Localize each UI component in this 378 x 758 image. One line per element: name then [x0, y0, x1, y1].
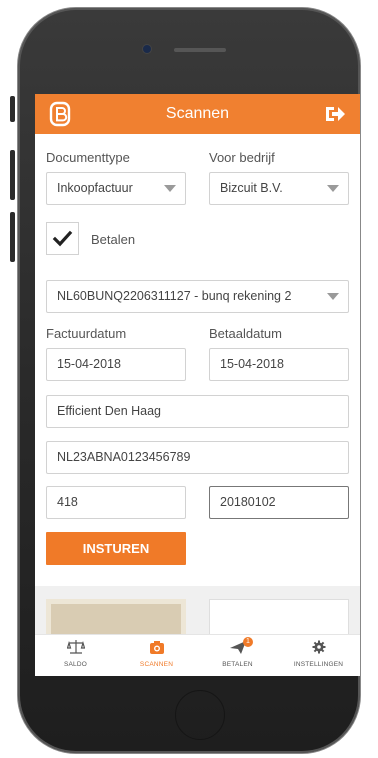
page-title: Scannen [165, 105, 230, 122]
mute-switch [10, 96, 15, 122]
company-select[interactable]: Bizcuit B.V. [209, 172, 349, 205]
scan-form: Documenttype Voor bedrijf Inkoopfactuur … [35, 134, 360, 586]
document-type-select[interactable]: Inkoopfactuur [46, 172, 186, 205]
app-screen: Scannen Documenttype Voor bedrijf Inkoop… [35, 94, 360, 676]
company-value: Bizcuit B.V. [220, 181, 283, 195]
account-select[interactable]: NL60BUNQ2206311127 - bunq rekening 2 [46, 280, 349, 313]
volume-down-button [10, 212, 15, 262]
logout-icon[interactable] [324, 104, 346, 124]
amount-field[interactable]: 418 [46, 486, 186, 519]
iban-field[interactable]: NL23ABNA0123456789 [46, 441, 349, 474]
document-type-label: Documenttype [46, 150, 130, 165]
front-camera [143, 45, 151, 53]
pay-date-label: Betaaldatum [209, 326, 282, 341]
notification-badge: 1 [243, 637, 253, 647]
bottom-tab-bar: SALDO SCANNEN 1 BETALEN INSTELLINGEN [35, 634, 360, 676]
chevron-down-icon [327, 185, 339, 192]
tab-saldo[interactable]: SALDO [35, 635, 116, 676]
reference-field[interactable]: 20180102 [209, 486, 349, 519]
volume-up-button [10, 150, 15, 200]
home-button[interactable] [175, 690, 225, 740]
pay-date-field[interactable]: 15-04-2018 [209, 348, 349, 381]
scale-icon [67, 640, 85, 654]
camera-icon [150, 641, 164, 654]
scan-thumbnail[interactable] [209, 599, 349, 639]
tab-scannen[interactable]: SCANNEN [116, 635, 197, 676]
checkmark-icon [52, 230, 73, 247]
tab-betalen[interactable]: 1 BETALEN [197, 635, 278, 676]
invoice-date-label: Factuurdatum [46, 326, 127, 341]
pay-label: Betalen [91, 232, 136, 247]
scan-thumbnail[interactable] [46, 599, 186, 639]
submit-button[interactable]: INSTUREN [46, 532, 186, 565]
app-header: Scannen [35, 94, 360, 134]
scan-thumbnails [35, 599, 360, 639]
tab-instellingen[interactable]: INSTELLINGEN [278, 635, 359, 676]
chevron-down-icon [164, 185, 176, 192]
company-label: Voor bedrijf [209, 150, 275, 165]
tab-label: BETALEN [222, 661, 253, 668]
account-value: NL60BUNQ2206311127 - bunq rekening 2 [57, 289, 292, 303]
tab-label: INSTELLINGEN [293, 661, 344, 668]
name-field[interactable]: Efficient Den Haag [46, 395, 349, 428]
speaker-grille [174, 48, 226, 52]
invoice-date-field[interactable]: 15-04-2018 [46, 348, 186, 381]
tab-label: SALDO [63, 661, 88, 668]
chevron-down-icon [327, 293, 339, 300]
gear-icon [312, 640, 326, 654]
tab-label: SCANNEN [139, 661, 174, 668]
pay-checkbox[interactable] [46, 222, 79, 255]
document-type-value: Inkoopfactuur [57, 181, 133, 195]
